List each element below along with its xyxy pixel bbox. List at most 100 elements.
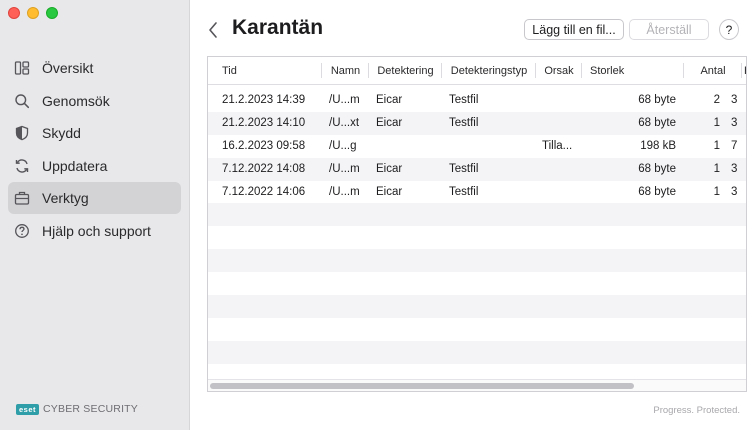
- table-cell: [536, 112, 582, 135]
- table-cell: 21.2.2023 14:10: [222, 117, 306, 130]
- table-empty-row: [208, 295, 746, 318]
- eset-logo: eset: [16, 403, 40, 415]
- page-title: Karantän: [232, 16, 324, 39]
- tagline: Progress. Protected.: [653, 405, 740, 416]
- table-cell: 1: [713, 117, 720, 130]
- back-button[interactable]: [206, 20, 220, 40]
- sidebar-item-verktyg[interactable]: Verktyg: [8, 182, 181, 214]
- table-cell: [536, 158, 582, 181]
- sidebar-item-label: Verktyg: [42, 190, 89, 206]
- column-header-detekteringstyp[interactable]: Detekteringstyp: [442, 57, 536, 84]
- table-cell: 7.12.2022 14:06: [222, 186, 306, 198]
- table-empty-row: [208, 272, 746, 295]
- table-cell: [536, 89, 582, 112]
- column-header-extra[interactable]: H: [742, 57, 746, 84]
- brand: eset CYBER SECURITY: [16, 403, 138, 415]
- sidebar-item-label: Uppdatera: [42, 157, 108, 174]
- sidebar: Översikt Genomsök Skydd Uppdatera Verkty…: [0, 0, 190, 430]
- minimize-window-button[interactable]: [27, 7, 39, 19]
- sidebar-item-oversikt[interactable]: Översikt: [8, 52, 181, 84]
- chevron-left-icon: [209, 22, 217, 38]
- sidebar-item-label: Hjälp och support: [42, 222, 151, 239]
- table-cell: 198 kB: [640, 140, 676, 153]
- table-header: Tid Namn Detektering Detekteringstyp Ors…: [208, 57, 746, 85]
- sidebar-item-hjalp[interactable]: Hjälp och support: [8, 215, 181, 247]
- table-cell: /U...m: [329, 163, 360, 176]
- table-body: 21.2.2023 14:39/U...m Eicar Testfil 68 byte…: [208, 85, 746, 387]
- table-cell: 3: [731, 163, 738, 176]
- table-cell: Testfil: [449, 117, 479, 130]
- table-cell: 68 byte: [638, 117, 676, 130]
- zoom-window-button[interactable]: [46, 7, 58, 19]
- table-cell: /U...g: [329, 140, 357, 153]
- scrollbar-thumb[interactable]: [210, 383, 634, 389]
- table-row[interactable]: 21.2.2023 14:10/U...xt Eicar Testfil 68 byt…: [208, 111, 746, 135]
- table-cell: /U...xt: [329, 117, 360, 130]
- table-cell: Eicar: [376, 163, 403, 176]
- window-controls: [8, 7, 58, 19]
- brand-text: CYBER SECURITY: [43, 403, 138, 415]
- table-row[interactable]: 7.12.2022 14:06/U...m Eicar Testfil 68 byte…: [208, 181, 746, 204]
- table-cell: 3: [731, 117, 738, 130]
- search-icon: [14, 93, 30, 109]
- column-header-namn[interactable]: Namn: [322, 57, 369, 84]
- sidebar-item-label: Skydd: [42, 125, 81, 141]
- column-header-orsak[interactable]: Orsak: [536, 57, 582, 84]
- table-empty-row: [208, 340, 746, 364]
- sidebar-item-skydd[interactable]: Skydd: [8, 117, 181, 149]
- main-content: Karantän Lägg till en fil... Återställ ?…: [190, 0, 756, 430]
- sidebar-item-label: Genomsök: [42, 92, 110, 109]
- table-cell: 7.12.2022 14:08: [222, 163, 306, 176]
- refresh-icon: [14, 158, 30, 174]
- table-row[interactable]: 16.2.2023 09:58/U...g Tilla... 198 kB 1 7: [208, 135, 746, 158]
- table-row[interactable]: 21.2.2023 14:39/U...m Eicar Testfil 68 byte…: [208, 89, 746, 112]
- table-cell: Testfil: [449, 94, 479, 107]
- horizontal-scrollbar[interactable]: [208, 379, 746, 391]
- table-empty-row: [208, 318, 746, 341]
- table-cell: 3: [731, 94, 738, 107]
- table-empty-row: [208, 203, 746, 227]
- table-cell: Eicar: [376, 94, 403, 107]
- sidebar-nav: Översikt Genomsök Skydd Uppdatera Verkty…: [8, 52, 181, 247]
- add-file-button[interactable]: Lägg till en fil...: [524, 19, 624, 40]
- table-cell: 1: [713, 186, 720, 198]
- table-cell: Tilla...: [542, 140, 573, 153]
- table-cell: Testfil: [449, 163, 479, 176]
- sidebar-item-genomsok[interactable]: Genomsök: [8, 85, 181, 117]
- table-cell: 68 byte: [638, 163, 676, 176]
- table-cell: [442, 135, 536, 158]
- table-cell: 3: [731, 186, 738, 198]
- table-cell: /U...m: [329, 186, 360, 198]
- overview-icon: [14, 60, 30, 76]
- column-header-antal[interactable]: Antal: [684, 57, 742, 84]
- table-empty-row: [208, 249, 746, 273]
- column-header-storlek[interactable]: Storlek: [582, 57, 684, 84]
- table-cell: [536, 181, 582, 204]
- table-row[interactable]: 7.12.2022 14:08/U...m Eicar Testfil 68 byte…: [208, 157, 746, 181]
- table-empty-row: [208, 226, 746, 249]
- column-header-detektering[interactable]: Detektering: [369, 57, 442, 84]
- table-cell: 1: [713, 140, 720, 153]
- table-cell: 2: [713, 94, 720, 107]
- table-cell: 1: [713, 163, 720, 176]
- close-window-button[interactable]: [8, 7, 20, 19]
- briefcase-icon: [14, 190, 30, 206]
- quarantine-table: Tid Namn Detektering Detekteringstyp Ors…: [207, 56, 747, 392]
- table-cell: [369, 135, 442, 158]
- help-button[interactable]: ?: [719, 19, 739, 40]
- table-cell: /U...m: [329, 94, 360, 107]
- table-cell: Testfil: [449, 186, 479, 198]
- help-icon: [14, 223, 30, 239]
- table-cell: 7: [731, 140, 738, 153]
- table-cell: 68 byte: [638, 94, 676, 107]
- table-cell: Eicar: [376, 117, 403, 130]
- table-cell: 68 byte: [638, 186, 676, 198]
- column-header-tid[interactable]: Tid: [208, 57, 322, 84]
- sidebar-item-label: Översikt: [42, 60, 94, 76]
- table-cell: 16.2.2023 09:58: [222, 140, 306, 153]
- shield-icon: [14, 125, 30, 141]
- restore-button[interactable]: Återställ: [629, 19, 709, 40]
- table-cell: Eicar: [376, 186, 403, 198]
- sidebar-item-uppdatera[interactable]: Uppdatera: [8, 150, 181, 182]
- table-cell: 21.2.2023 14:39: [222, 94, 306, 107]
